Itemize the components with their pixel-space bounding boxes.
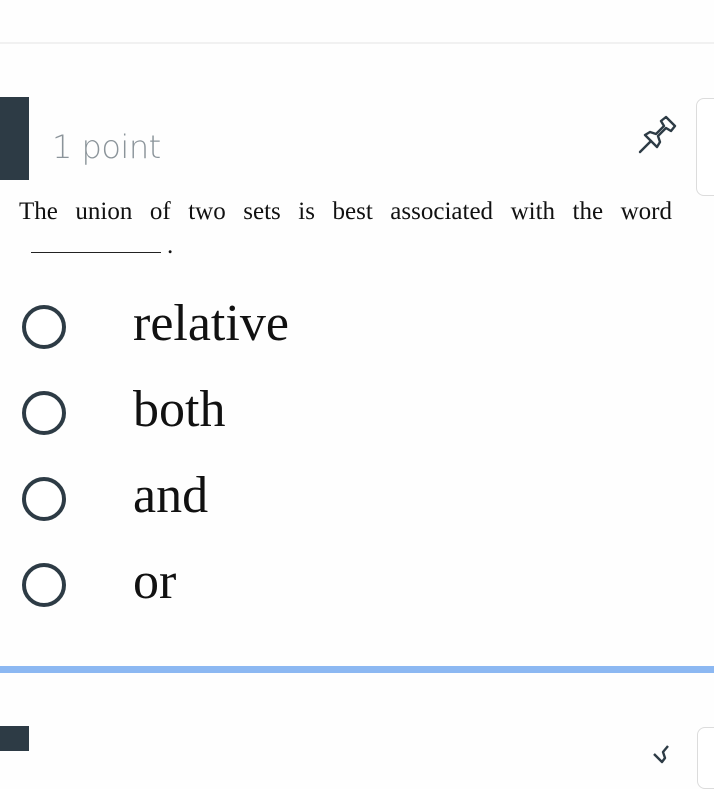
radio-unchecked-icon[interactable]	[22, 563, 66, 607]
option-label[interactable]: and	[133, 470, 208, 522]
option-label[interactable]: or	[133, 556, 176, 608]
pin-icon[interactable]	[648, 740, 678, 770]
question-text: The union of two sets is best associated…	[19, 195, 672, 263]
option-or[interactable]: or	[0, 548, 714, 628]
radio-unchecked-icon[interactable]	[22, 391, 66, 435]
radio-unchecked-icon[interactable]	[22, 477, 66, 521]
question-text-before: The union of two sets is best associated…	[19, 198, 672, 225]
option-both[interactable]: both	[0, 376, 714, 456]
question-points: 1 point	[52, 128, 161, 166]
question-marker	[0, 97, 29, 180]
side-panel-card[interactable]	[696, 98, 714, 196]
next-question-marker	[0, 726, 29, 751]
option-label[interactable]: relative	[133, 298, 289, 350]
focus-indicator-bar	[0, 666, 714, 673]
question-text-after: .	[167, 232, 174, 259]
option-relative[interactable]: relative	[0, 290, 714, 370]
pin-icon[interactable]	[636, 112, 680, 156]
answer-blank	[31, 232, 161, 253]
radio-unchecked-icon[interactable]	[22, 305, 66, 349]
top-divider	[0, 42, 714, 44]
option-and[interactable]: and	[0, 462, 714, 542]
side-panel-card[interactable]	[697, 727, 714, 789]
option-label[interactable]: both	[133, 384, 225, 436]
